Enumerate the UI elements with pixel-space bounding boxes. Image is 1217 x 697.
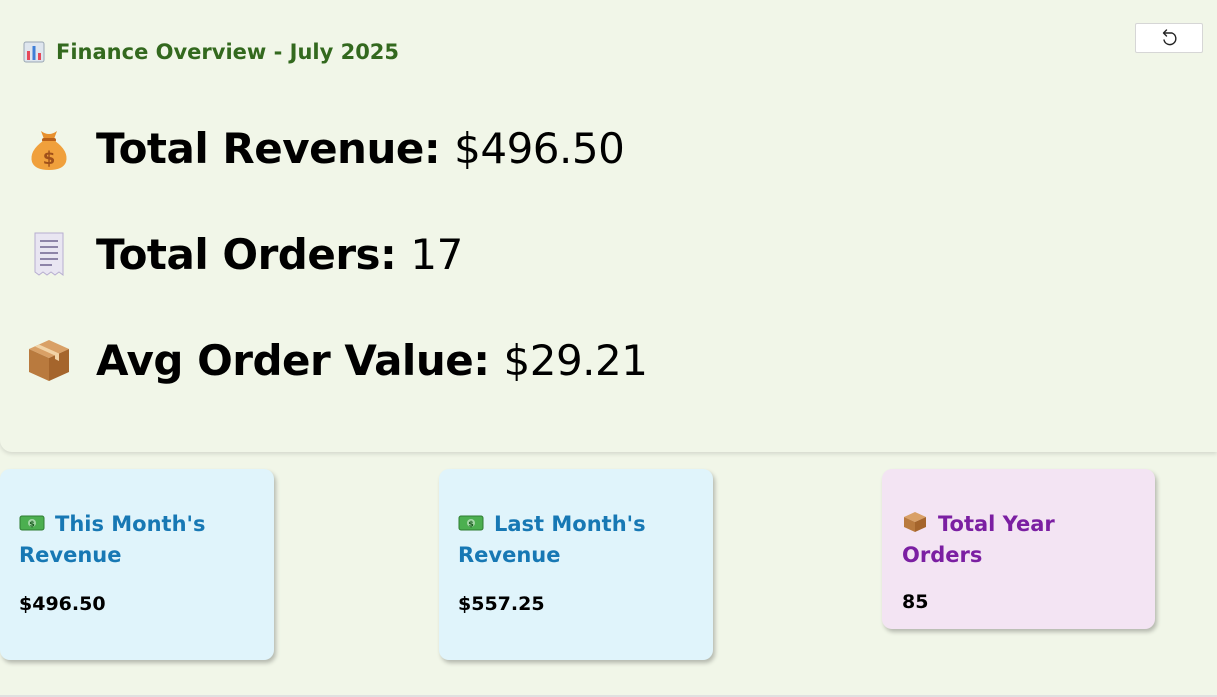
card-title-text: Last Month's Revenue [458,512,646,567]
finance-dashboard: Finance Overview - July 2025 $ Total Rev… [0,0,1217,697]
svg-text:$: $ [468,520,474,529]
card-title: Total Year Orders [902,509,1136,571]
banknote-icon: $ [458,511,484,531]
reset-button[interactable] [1135,23,1203,53]
card-value: $496.50 [19,593,106,615]
package-icon [902,511,928,532]
page-title-row: Finance Overview - July 2025 [22,40,399,64]
svg-text:$: $ [43,148,56,169]
card-title-text: This Month's Revenue [19,512,206,567]
banknote-icon: $ [19,511,45,531]
bar-chart-icon [22,40,46,64]
metric-line: Total Revenue: $496.50 [96,123,625,173]
metric-label: Total Revenue: [96,123,441,173]
metric-total-revenue: $ Total Revenue: $496.50 [26,118,625,178]
metric-line: Avg Order Value: $29.21 [96,335,648,385]
metric-value: $29.21 [503,335,648,385]
money-bag-icon: $ [26,125,72,171]
svg-text:$: $ [29,520,35,529]
metric-total-orders: Total Orders: 17 [26,224,463,284]
card-this-month-revenue: $ This Month's Revenue $496.50 [0,469,274,660]
metric-avg-order-value: Avg Order Value: $29.21 [26,330,648,390]
card-total-year-orders: Total Year Orders 85 [882,469,1155,629]
receipt-icon [26,231,72,277]
metric-line: Total Orders: 17 [96,230,463,279]
package-icon [26,337,72,383]
page-title: Finance Overview - July 2025 [56,40,400,64]
metric-label: Total Orders: [96,229,397,279]
metric-value: 17 [410,229,463,279]
card-last-month-revenue: $ Last Month's Revenue $557.25 [439,469,713,660]
finance-overview-panel: Finance Overview - July 2025 $ Total Rev… [0,0,1217,452]
metric-value: $496.50 [454,123,625,173]
card-title: $ Last Month's Revenue [458,509,694,571]
card-value: 85 [902,591,929,613]
undo-icon [1158,28,1180,48]
card-value: $557.25 [458,593,545,615]
card-title: $ This Month's Revenue [19,509,255,571]
metric-label: Avg Order Value: [96,335,490,385]
